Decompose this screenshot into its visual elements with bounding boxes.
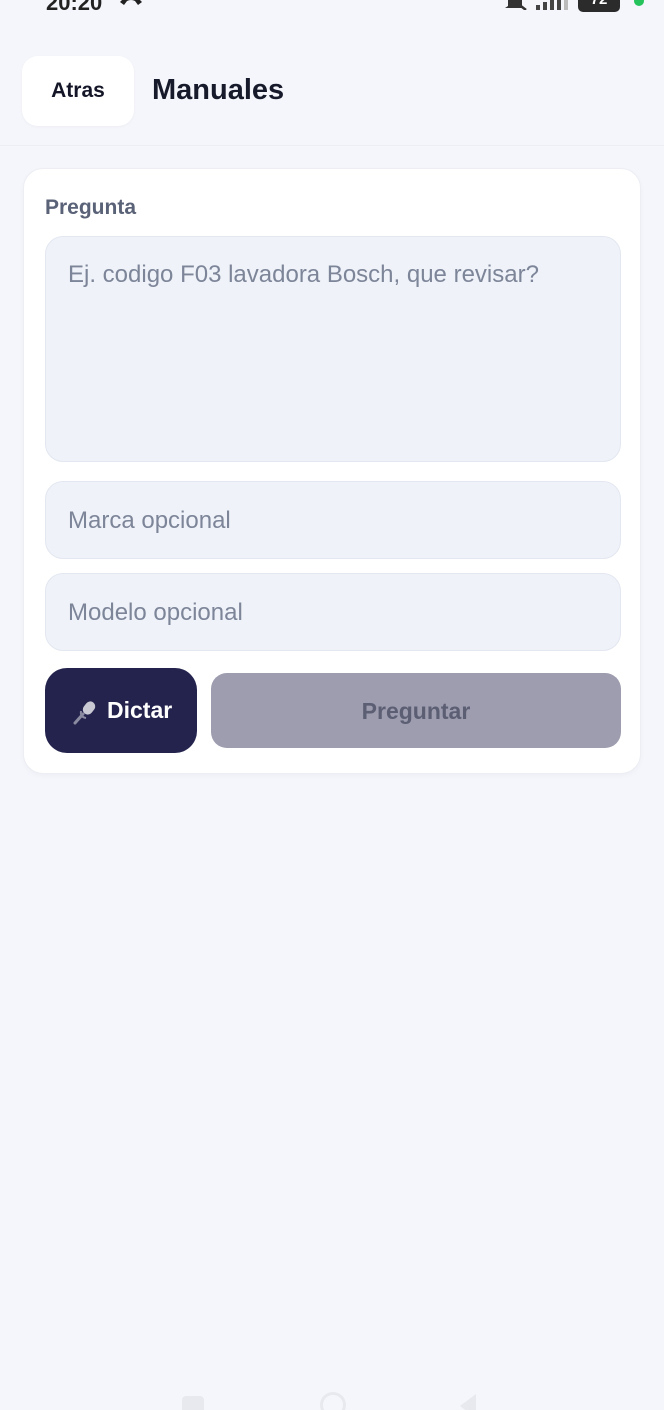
question-label: Pregunta — [45, 196, 137, 219]
microphone-icon — [73, 701, 96, 725]
home-icon[interactable] — [320, 1392, 346, 1410]
battery-icon: 72 — [578, 0, 620, 12]
mute-icon — [505, 0, 527, 10]
model-input[interactable]: Modelo opcional — [45, 573, 621, 651]
privacy-indicator-dot — [634, 0, 644, 6]
question-card: Pregunta Ej. codigo F03 lavadora Bosch, … — [23, 168, 641, 774]
header: Atras Manuales — [0, 46, 664, 146]
page-title: Manuales — [152, 74, 285, 106]
ask-label: Preguntar — [361, 698, 471, 724]
model-placeholder: Modelo opcional — [68, 599, 243, 626]
recents-icon[interactable] — [182, 1396, 204, 1410]
signal-icon — [536, 0, 568, 10]
dictate-label: Dictar — [107, 697, 173, 723]
back-icon[interactable] — [460, 1394, 476, 1410]
status-bar: 20:20 ··· 72 — [0, 0, 664, 16]
brand-input[interactable]: Marca opcional — [45, 481, 621, 559]
system-navigation-bar — [0, 1388, 664, 1410]
question-placeholder: Ej. codigo F03 lavadora Bosch, que revis… — [68, 261, 539, 288]
back-button[interactable]: Atras — [22, 56, 134, 126]
status-notification-dots: ··· — [150, 0, 171, 7]
question-textarea[interactable]: Ej. codigo F03 lavadora Bosch, que revis… — [45, 236, 621, 462]
dictate-button[interactable]: Dictar — [45, 668, 197, 753]
brand-placeholder: Marca opcional — [68, 507, 231, 534]
status-time: 20:20 — [46, 0, 103, 15]
call-icon — [120, 0, 142, 5]
manuales-screen: 20:20 ··· 72 Atras Manuales Pregunta — [0, 0, 664, 1410]
ask-button[interactable]: Preguntar — [211, 673, 621, 748]
